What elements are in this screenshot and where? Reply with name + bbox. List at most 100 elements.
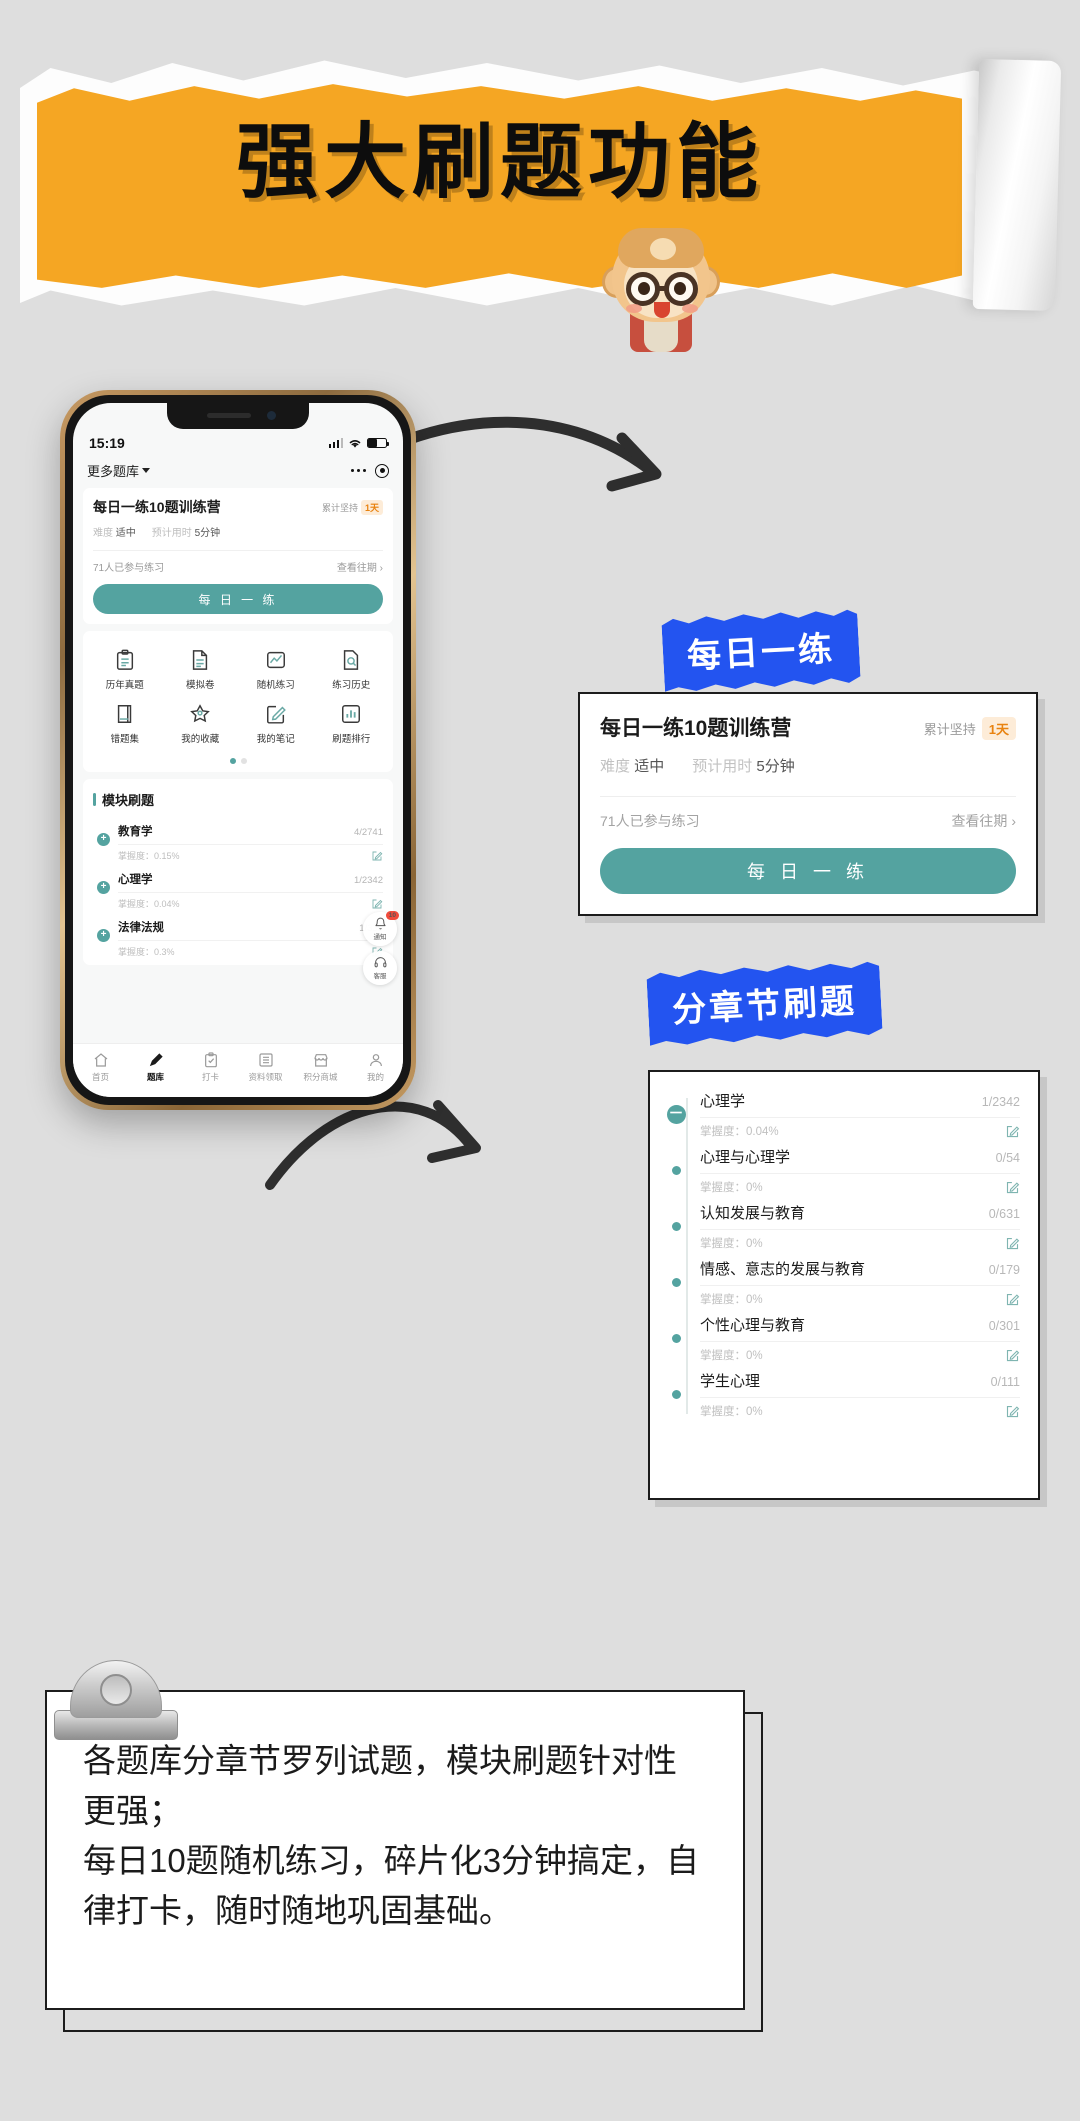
edit-icon[interactable]: [371, 850, 383, 862]
grid-item-random-practice[interactable]: 随机练习: [238, 643, 314, 697]
notification-button[interactable]: 10 通知: [363, 911, 399, 946]
module-name: 法律法规: [118, 922, 164, 934]
phone-nav-bar: 更多题库: [73, 455, 403, 482]
more-question-banks-button[interactable]: 更多题库: [87, 461, 151, 480]
paper-clip-icon: [42, 1660, 192, 1780]
view-history-link[interactable]: 查看往期 ›: [337, 559, 383, 574]
chapter-row[interactable]: 学生心理 0/111 掌握度：0%: [664, 1366, 1020, 1422]
bottom-tab-bar: 首页 题库 打卡 资料领取 积分商城 我的: [73, 1043, 403, 1097]
tab-label: 积分商城: [303, 1072, 338, 1082]
divider: [93, 550, 383, 551]
grid-item-wrong-questions[interactable]: 错题集: [87, 697, 163, 751]
edit-icon[interactable]: [1005, 1292, 1020, 1307]
grid-item-my-notes[interactable]: 我的笔记: [238, 697, 314, 751]
chart-icon: [265, 649, 287, 671]
chapter-list-callout-card[interactable]: － 心理学 1/2342 掌握度：0.04% 心理与心理学 0/54 掌握度：0…: [648, 1070, 1040, 1500]
tab-home[interactable]: 首页: [73, 1052, 128, 1083]
phone-screen: 15:19 更多题库 每日一练10题训练营 累计坚持 1天 难度 适中 预计用时…: [73, 403, 403, 1097]
edit-icon[interactable]: [1005, 1348, 1020, 1363]
callout-history-link[interactable]: 查看往期 ›: [951, 811, 1016, 831]
module-name: 心理学: [118, 874, 153, 886]
tab-label: 资料领取: [248, 1072, 283, 1082]
callout-duration-label: 预计用时: [692, 758, 753, 775]
floating-action-buttons: 10 通知 客服: [363, 911, 399, 985]
callout-daily-title: 每日一练10题训练营: [600, 717, 792, 740]
section-accent-bar: [93, 793, 96, 806]
daily-practice-callout-card[interactable]: 每日一练10题训练营 累计坚持 1天 难度 适中 预计用时 5分钟 71人已参与…: [578, 692, 1038, 916]
streak-badge: 1天: [360, 500, 383, 515]
expand-icon[interactable]: +: [97, 833, 110, 846]
bullet-icon: [671, 1390, 681, 1399]
module-mastery: 掌握度：0.04%: [118, 899, 180, 909]
label-chapter-practice: 分章节刷题: [646, 959, 883, 1048]
tab-label: 首页: [91, 1072, 109, 1082]
module-name: 教育学: [118, 826, 153, 838]
chapter-mastery: 掌握度：0%: [700, 1350, 763, 1362]
callout-duration-value: 5分钟: [756, 758, 795, 775]
label-chapter-text: 分章节刷题: [671, 981, 859, 1031]
participants-count: 71人已参与练习: [93, 563, 165, 574]
chapter-row[interactable]: 心理与心理学 0/54 掌握度：0%: [664, 1142, 1020, 1198]
chapter-row[interactable]: 认知发展与教育 0/631 掌握度：0%: [664, 1198, 1020, 1254]
grid-label: 错题集: [110, 734, 139, 745]
daily-card-title: 每日一练10题训练营: [93, 499, 221, 515]
bullet-icon: [671, 1166, 681, 1175]
edit-icon[interactable]: [371, 898, 383, 910]
label-daily-text: 每日一练: [686, 629, 837, 677]
module-mastery: 掌握度：0.3%: [118, 947, 175, 957]
notification-badge: 10: [385, 911, 399, 920]
user-icon: [369, 1054, 382, 1067]
battery-icon: [367, 438, 389, 448]
grid-item-mock-papers[interactable]: 模拟卷: [163, 643, 239, 697]
clipboard-icon: [114, 649, 136, 671]
chapter-count: 0/54: [995, 1151, 1020, 1165]
header-banner: 强大刷题功能: [0, 0, 1080, 400]
book-icon: [114, 703, 136, 725]
module-row[interactable]: + 法律法规 1/330 掌握度：0.3%: [93, 913, 383, 961]
chapter-name: 个性心理与教育: [700, 1317, 806, 1334]
tab-points-mall[interactable]: 积分商城: [293, 1052, 348, 1083]
support-button[interactable]: 客服: [363, 951, 397, 985]
edit-icon[interactable]: [1005, 1180, 1020, 1195]
target-icon[interactable]: [375, 463, 389, 478]
daily-practice-card[interactable]: 每日一练10题训练营 累计坚持 1天 难度 适中 预计用时 5分钟 71人已参与…: [83, 488, 393, 624]
more-options-icon[interactable]: [350, 468, 366, 473]
grid-label: 模拟卷: [185, 680, 215, 691]
phone-mockup: 15:19 更多题库 每日一练10题训练营 累计坚持 1天 难度 适中 预计用时…: [60, 390, 416, 1110]
module-row[interactable]: + 教育学 4/2741 掌握度：0.15%: [93, 817, 383, 865]
chevron-down-icon: [142, 468, 151, 473]
edit-icon[interactable]: [1005, 1236, 1020, 1251]
tab-materials[interactable]: 资料领取: [238, 1052, 293, 1083]
carousel-pagination[interactable]: [87, 758, 389, 764]
grid-label: 历年真题: [105, 680, 144, 691]
grid-label: 我的收藏: [181, 734, 220, 745]
edit-icon[interactable]: [1005, 1124, 1020, 1139]
module-row[interactable]: + 心理学 1/2342 掌握度：0.04%: [93, 865, 383, 913]
grid-item-practice-history[interactable]: 练习历史: [314, 643, 390, 697]
tab-profile[interactable]: 我的: [348, 1052, 403, 1083]
grid-label: 练习历史: [332, 680, 371, 691]
collapse-icon[interactable]: －: [666, 1105, 686, 1124]
grid-item-past-papers[interactable]: 历年真题: [87, 643, 163, 697]
notification-label: 通知: [373, 934, 387, 941]
chapter-row[interactable]: － 心理学 1/2342 掌握度：0.04%: [664, 1086, 1020, 1142]
chapter-name: 心理与心理学: [700, 1149, 791, 1166]
home-icon: [94, 1053, 107, 1067]
grid-item-favorites[interactable]: 我的收藏: [163, 697, 239, 751]
edit-icon[interactable]: [1005, 1404, 1020, 1419]
tab-question-bank[interactable]: 题库: [128, 1052, 183, 1083]
chapter-mastery: 掌握度：0%: [700, 1182, 763, 1194]
feature-grid: 历年真题 模拟卷 随机练习 练习历史 错题集 我的收藏 我的笔记 刷题排行: [83, 631, 393, 772]
chapter-mastery: 掌握度：0%: [700, 1406, 763, 1418]
chapter-row[interactable]: 情感、意志的发展与教育 0/179 掌握度：0%: [664, 1254, 1020, 1310]
daily-practice-button[interactable]: 每 日 一 练: [93, 584, 383, 614]
expand-icon[interactable]: +: [97, 929, 110, 942]
chapter-row[interactable]: 个性心理与教育 0/301 掌握度：0%: [664, 1310, 1020, 1366]
expand-icon[interactable]: +: [97, 881, 110, 894]
chapter-mastery: 掌握度：0%: [700, 1294, 763, 1306]
grid-item-ranking[interactable]: 刷题排行: [314, 697, 390, 751]
grid-label: 刷题排行: [332, 734, 371, 745]
chapter-mastery: 掌握度：0%: [700, 1238, 763, 1250]
callout-daily-button[interactable]: 每 日 一 练: [600, 848, 1016, 894]
tab-checkin[interactable]: 打卡: [183, 1052, 238, 1083]
